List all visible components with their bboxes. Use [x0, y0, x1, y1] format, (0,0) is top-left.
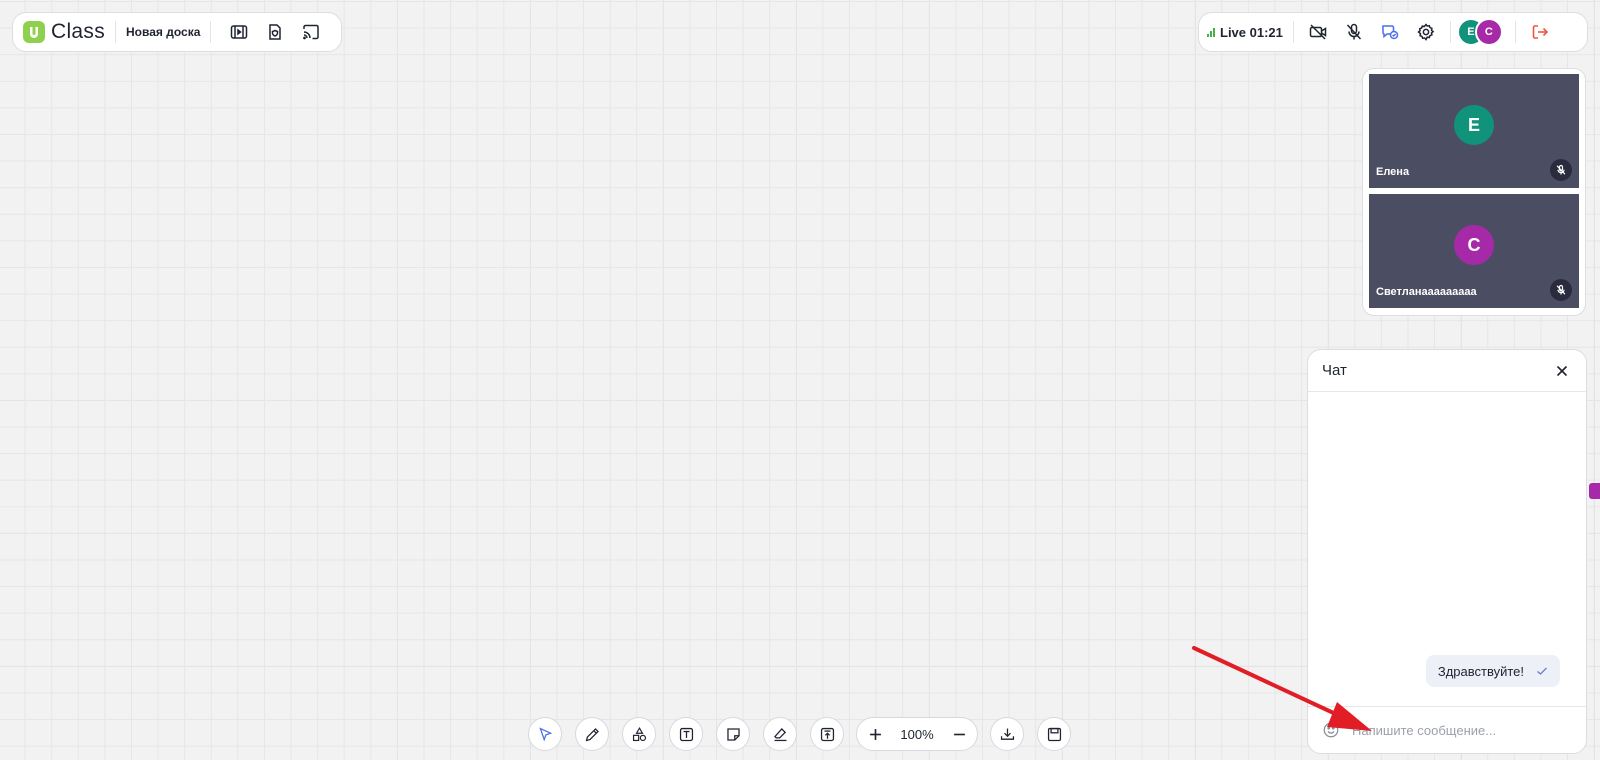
chat-message-input[interactable] [1350, 721, 1576, 739]
emoji-button[interactable] [1318, 715, 1344, 745]
chat-icon [1381, 25, 1399, 40]
pen-icon [585, 727, 599, 741]
mic-off-button[interactable] [1336, 17, 1372, 47]
zoom-level: 100% [900, 726, 934, 742]
close-icon [1556, 365, 1568, 376]
avatar: С [1474, 18, 1503, 46]
chat-message: Здравствуйте! [1425, 655, 1560, 687]
mic-muted-icon [1550, 279, 1572, 301]
upload-icon [820, 727, 834, 741]
video-tile[interactable]: С Светланааааааааа [1369, 194, 1579, 308]
exit-icon [1532, 25, 1549, 39]
zoom-in-button[interactable] [867, 726, 883, 742]
chat-header: Чат [1308, 350, 1586, 392]
participants-avatars[interactable]: Е С [1456, 18, 1503, 46]
video-player-icon [231, 25, 248, 39]
divider [1449, 21, 1451, 43]
eraser-tool-button[interactable] [763, 717, 797, 751]
divider [1514, 21, 1516, 43]
document-shield-button[interactable] [257, 17, 293, 47]
mic-off-icon [1346, 23, 1361, 40]
chat-title: Чат [1322, 362, 1347, 379]
cursor-icon [538, 726, 552, 742]
download-icon [1000, 728, 1014, 740]
shapes-tool-button[interactable] [622, 717, 656, 751]
eraser-icon [773, 727, 786, 741]
live-timer: Live 01:21 [1220, 24, 1283, 40]
leave-button[interactable] [1522, 17, 1558, 47]
participant-avatar: С [1454, 225, 1494, 266]
zoom-out-button[interactable] [951, 726, 967, 742]
top-left-toolbar: Class Новая доска [12, 12, 342, 52]
side-collapsed-tab[interactable] [1589, 483, 1600, 499]
plus-icon [869, 728, 881, 740]
upload-tool-button[interactable] [810, 717, 844, 751]
video-tile[interactable]: Е Елена [1369, 74, 1579, 188]
signal-icon [1207, 27, 1215, 37]
divider [210, 21, 212, 43]
mic-muted-icon [1550, 159, 1572, 181]
minus-icon [953, 733, 965, 735]
pen-tool-button[interactable] [575, 717, 609, 751]
check-icon [1537, 667, 1547, 675]
document-shield-icon [269, 24, 282, 40]
sticky-note-tool-button[interactable] [716, 717, 750, 751]
close-chat-button[interactable] [1552, 361, 1572, 381]
logo-icon [23, 21, 45, 43]
download-button[interactable] [990, 717, 1024, 751]
message-text: Здравствуйте! [1437, 663, 1524, 679]
chat-input-row [1308, 706, 1586, 753]
chat-toggle-button[interactable] [1372, 17, 1408, 47]
cast-icon [303, 24, 320, 40]
logo-text: Class [51, 20, 106, 43]
video-panel: Е Елена С Светланааааааааа [1362, 68, 1586, 316]
chat-panel: Чат Здравствуйте! [1307, 349, 1587, 754]
select-tool-button[interactable] [528, 717, 562, 751]
board-name[interactable]: Новая доска [126, 25, 200, 39]
participant-name: Елена [1376, 166, 1410, 178]
sticky-note-icon [726, 727, 740, 741]
participant-name: Светланааааааааа [1376, 286, 1477, 298]
text-icon [679, 727, 693, 741]
camera-off-button[interactable] [1300, 17, 1336, 47]
gear-icon [1417, 23, 1435, 41]
top-right-toolbar: Live 01:21 Е С [1198, 12, 1588, 52]
video-player-button[interactable] [221, 17, 257, 47]
save-button[interactable] [1037, 717, 1071, 751]
participant-avatar: Е [1454, 105, 1494, 146]
floppy-disk-icon [1047, 727, 1061, 741]
divider [115, 21, 117, 43]
shapes-icon [632, 726, 646, 741]
camera-off-icon [1309, 24, 1327, 40]
cast-screen-button[interactable] [293, 17, 329, 47]
smile-icon [1323, 722, 1339, 738]
text-tool-button[interactable] [669, 717, 703, 751]
divider [1292, 21, 1294, 43]
zoom-control: 100% [856, 717, 978, 751]
settings-button[interactable] [1408, 17, 1444, 47]
